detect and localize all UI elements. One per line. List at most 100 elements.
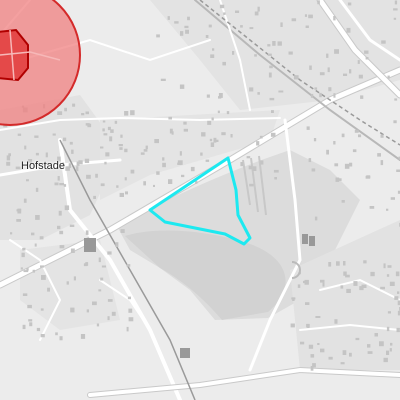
building xyxy=(28,159,33,164)
building xyxy=(333,141,336,145)
building xyxy=(313,138,317,142)
building xyxy=(92,301,97,306)
building xyxy=(93,195,96,199)
building xyxy=(169,128,173,134)
building xyxy=(260,160,264,165)
building xyxy=(208,24,212,28)
building xyxy=(41,275,46,280)
building xyxy=(114,120,118,124)
building xyxy=(124,148,128,153)
building xyxy=(267,44,271,47)
building xyxy=(160,78,166,81)
building xyxy=(109,136,113,142)
building xyxy=(320,348,325,353)
building xyxy=(65,166,70,171)
building xyxy=(369,206,375,209)
building xyxy=(34,135,39,138)
building xyxy=(328,262,332,267)
building xyxy=(387,311,391,314)
building xyxy=(393,8,398,11)
building xyxy=(47,287,50,292)
building xyxy=(291,18,297,22)
building xyxy=(209,138,213,142)
building xyxy=(394,98,398,101)
building xyxy=(259,135,263,139)
building xyxy=(322,282,325,287)
building xyxy=(346,27,351,33)
building xyxy=(35,187,39,192)
building xyxy=(222,61,226,66)
building xyxy=(29,322,33,327)
building xyxy=(212,48,215,51)
building xyxy=(393,17,397,20)
map-view[interactable]: Hofstade xyxy=(0,0,400,400)
building xyxy=(353,281,358,286)
building xyxy=(257,6,260,12)
building xyxy=(185,29,189,34)
building xyxy=(308,158,312,163)
building xyxy=(380,286,385,290)
building xyxy=(207,120,212,125)
building xyxy=(343,261,346,266)
building xyxy=(334,163,339,167)
building xyxy=(248,165,253,170)
building xyxy=(23,198,27,203)
building xyxy=(35,152,39,156)
building xyxy=(349,69,352,74)
building xyxy=(143,149,148,152)
building xyxy=(333,93,336,98)
building xyxy=(271,110,274,113)
building xyxy=(31,232,35,236)
building xyxy=(130,110,135,116)
building xyxy=(306,126,310,130)
building xyxy=(390,342,393,346)
building xyxy=(58,210,62,216)
building xyxy=(86,174,91,179)
building xyxy=(100,146,104,149)
building xyxy=(84,158,90,163)
building xyxy=(396,169,400,172)
building xyxy=(177,162,182,165)
building xyxy=(126,264,131,267)
building xyxy=(268,72,272,78)
building xyxy=(235,10,240,13)
building xyxy=(119,147,123,150)
building xyxy=(85,123,90,126)
building xyxy=(102,120,106,123)
building xyxy=(346,288,351,293)
building xyxy=(290,323,295,328)
building xyxy=(128,308,133,313)
building xyxy=(59,183,64,186)
building xyxy=(273,169,279,173)
building xyxy=(357,60,360,64)
building xyxy=(205,35,209,38)
building xyxy=(252,166,257,171)
building xyxy=(304,14,307,17)
building xyxy=(103,133,108,136)
building xyxy=(395,271,400,277)
building xyxy=(64,205,70,211)
building xyxy=(45,152,48,158)
building xyxy=(40,308,44,311)
building xyxy=(124,111,129,116)
building-block xyxy=(302,234,308,244)
building xyxy=(393,120,397,124)
building xyxy=(210,142,215,147)
building xyxy=(386,326,390,332)
building xyxy=(22,324,26,330)
building xyxy=(300,341,305,345)
building xyxy=(96,323,100,327)
building xyxy=(120,229,125,233)
building xyxy=(64,107,67,112)
building xyxy=(70,248,75,253)
building xyxy=(383,263,386,269)
building xyxy=(104,161,107,165)
building xyxy=(370,271,375,277)
building xyxy=(317,343,320,345)
building xyxy=(98,289,102,292)
building xyxy=(310,354,315,358)
building xyxy=(120,134,123,138)
building xyxy=(168,116,172,120)
building xyxy=(365,57,369,60)
building xyxy=(6,155,11,161)
